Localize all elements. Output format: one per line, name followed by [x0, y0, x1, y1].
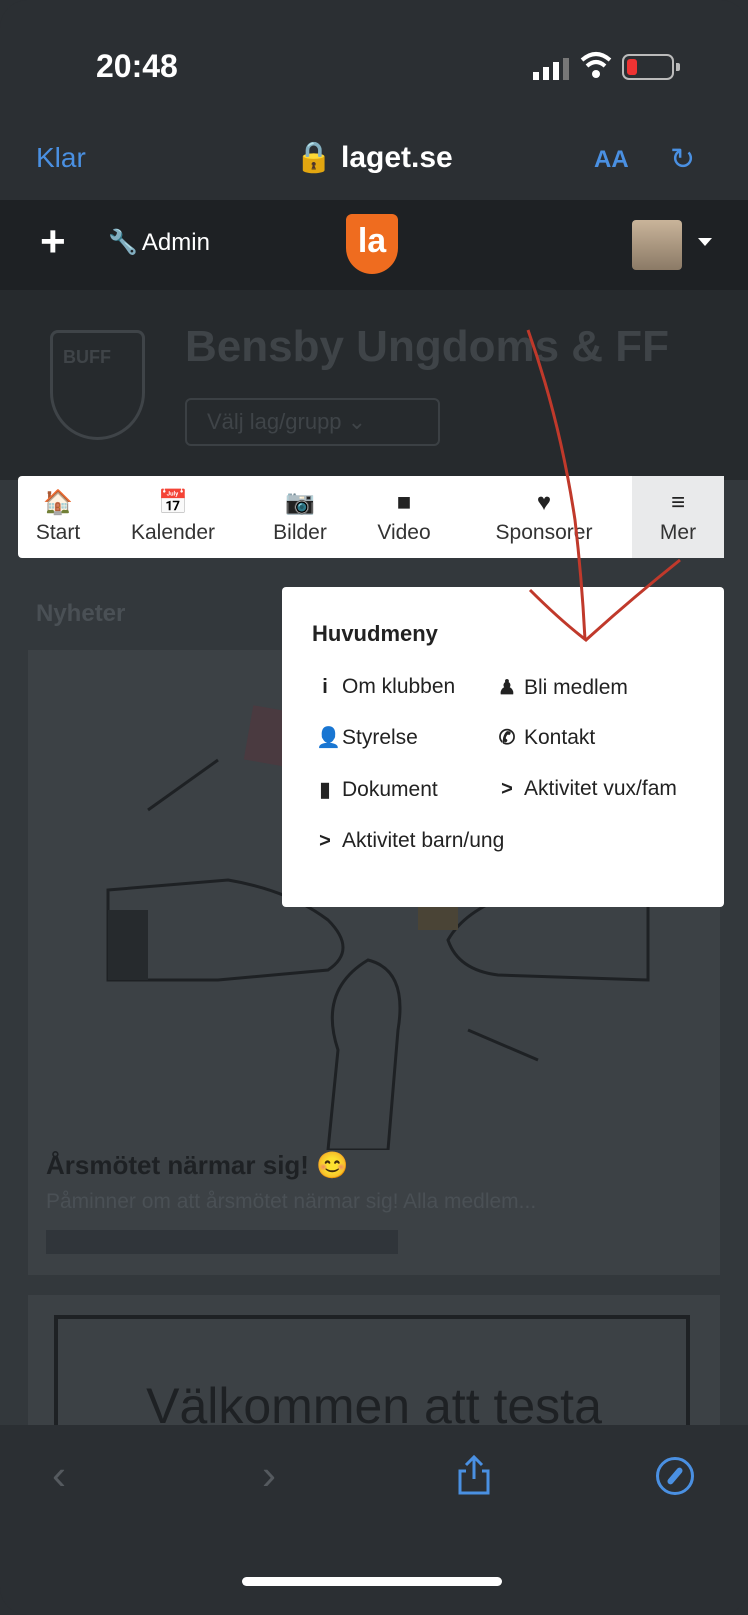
compass-icon[interactable]: [656, 1457, 694, 1495]
nav-label: Mer: [659, 521, 697, 544]
menu-item-om-klubben[interactable]: i Om klubben: [316, 675, 455, 699]
admin-label: Admin: [141, 228, 210, 256]
club-crest: BUFF: [50, 330, 145, 440]
nav-start[interactable]: 🏠 Start: [18, 476, 98, 558]
menu-item-label: Dokument: [342, 777, 438, 801]
reload-icon[interactable]: ↻: [670, 142, 695, 177]
url-text: laget.se: [340, 141, 453, 174]
wifi-icon: [580, 52, 612, 78]
menu-item-label: Om klubben: [342, 675, 456, 698]
menu-item-label: Styrelse: [342, 725, 418, 749]
nav-label: Kalender: [130, 521, 216, 544]
lock-icon: 🔒: [295, 141, 333, 174]
nav-bilder[interactable]: 📷 Bilder: [248, 476, 352, 558]
admin-button[interactable]: 🔧 Admin: [108, 228, 210, 257]
share-icon[interactable]: [456, 1455, 492, 1495]
menu-item-label: Aktivitet barn/ung: [342, 829, 505, 852]
menu-item-aktivitet-barn[interactable]: > Aktivitet barn/ung: [316, 829, 504, 853]
text-size-button[interactable]: AA: [594, 146, 629, 174]
hamburger-icon: ≡: [670, 489, 685, 516]
browser-address-bar: Klar 🔒 laget.se AA ↻: [0, 120, 748, 200]
menu-item-label: Bli medlem: [524, 675, 628, 699]
menu-item-dokument[interactable]: ▮ Dokument: [316, 777, 438, 802]
news-excerpt: Påminner om att årsmötet närmar sig! All…: [46, 1190, 537, 1213]
status-bar: 20:48: [0, 0, 748, 120]
add-icon[interactable]: +: [40, 220, 66, 264]
forward-icon[interactable]: ›: [262, 1451, 276, 1499]
menu-item-label: Kontakt: [524, 725, 596, 749]
chevron-right-icon: >: [319, 829, 331, 852]
file-icon: ▮: [319, 779, 331, 801]
menu-item-label: Aktivitet vux/fam: [524, 777, 677, 800]
nav-label: Start: [35, 521, 81, 544]
nav-video[interactable]: ■ Video: [352, 476, 456, 558]
avatar[interactable]: [632, 220, 682, 270]
phone-screen: 20:48 Klar 🔒 laget.se AA ↻ + 🔧 Admin la: [0, 0, 748, 1615]
main-menu-dropdown: Huvudmeny i Om klubben ♟ Bli medlem 👤 St…: [282, 587, 724, 907]
nav-label: Bilder: [273, 521, 327, 544]
crest-text: BUFF: [63, 347, 111, 367]
nav-sponsorer[interactable]: ♥ Sponsorer: [456, 476, 632, 558]
nav-label: Video: [377, 521, 431, 544]
news-title[interactable]: Årsmötet närmar sig! 😊: [46, 1150, 349, 1181]
browser-toolbar: ‹ ›: [0, 1425, 748, 1615]
calendar-icon: 📅: [158, 489, 188, 516]
welcome-text: Välkommen att testa: [146, 1378, 602, 1425]
info-icon: i: [322, 675, 328, 698]
club-nav-bar: 🏠 Start 📅 Kalender 📷 Bilder ■ Video ♥ Sp…: [18, 476, 724, 558]
menu-item-styrelse[interactable]: 👤 Styrelse: [316, 725, 418, 750]
welcome-card: Välkommen att testa: [28, 1295, 720, 1425]
status-time: 20:48: [96, 48, 178, 84]
user-icon: 👤: [316, 727, 341, 749]
back-icon[interactable]: ‹: [52, 1451, 66, 1499]
menu-item-kontakt[interactable]: ✆ Kontakt: [498, 725, 596, 750]
battery-icon: [622, 54, 680, 80]
nav-label: Sponsorer: [495, 521, 593, 544]
club-banner: BUFF Bensby Ungdoms & FF Välj lag/grupp …: [0, 290, 748, 480]
menu-title: Huvudmeny: [312, 621, 438, 646]
news-meta-bar: [46, 1230, 398, 1254]
home-icon: 🏠: [43, 489, 73, 516]
group-selector[interactable]: Välj lag/grupp ⌄: [185, 398, 440, 446]
news-section-label: Nyheter: [36, 600, 126, 627]
menu-item-bli-medlem[interactable]: ♟ Bli medlem: [498, 675, 628, 700]
camera-icon: 📷: [285, 489, 315, 516]
signal-icon: [533, 58, 569, 80]
person-icon: ♟: [498, 677, 516, 699]
laget-logo[interactable]: la: [346, 214, 398, 274]
wrench-icon: 🔧: [108, 229, 138, 256]
nav-kalender[interactable]: 📅 Kalender: [98, 476, 248, 558]
chevron-right-icon: >: [501, 777, 513, 800]
home-indicator: [242, 1577, 502, 1586]
menu-item-aktivitet-vux[interactable]: > Aktivitet vux/fam: [498, 777, 677, 801]
chevron-down-icon[interactable]: [698, 238, 712, 246]
heart-icon: ♥: [536, 489, 552, 516]
site-header: + 🔧 Admin la: [0, 200, 748, 290]
nav-mer[interactable]: ≡ Mer: [632, 476, 724, 558]
phone-icon: ✆: [498, 727, 516, 749]
video-icon: ■: [396, 489, 412, 516]
url-display[interactable]: 🔒 laget.se: [0, 140, 748, 175]
club-name: Bensby Ungdoms & FF: [185, 322, 670, 371]
